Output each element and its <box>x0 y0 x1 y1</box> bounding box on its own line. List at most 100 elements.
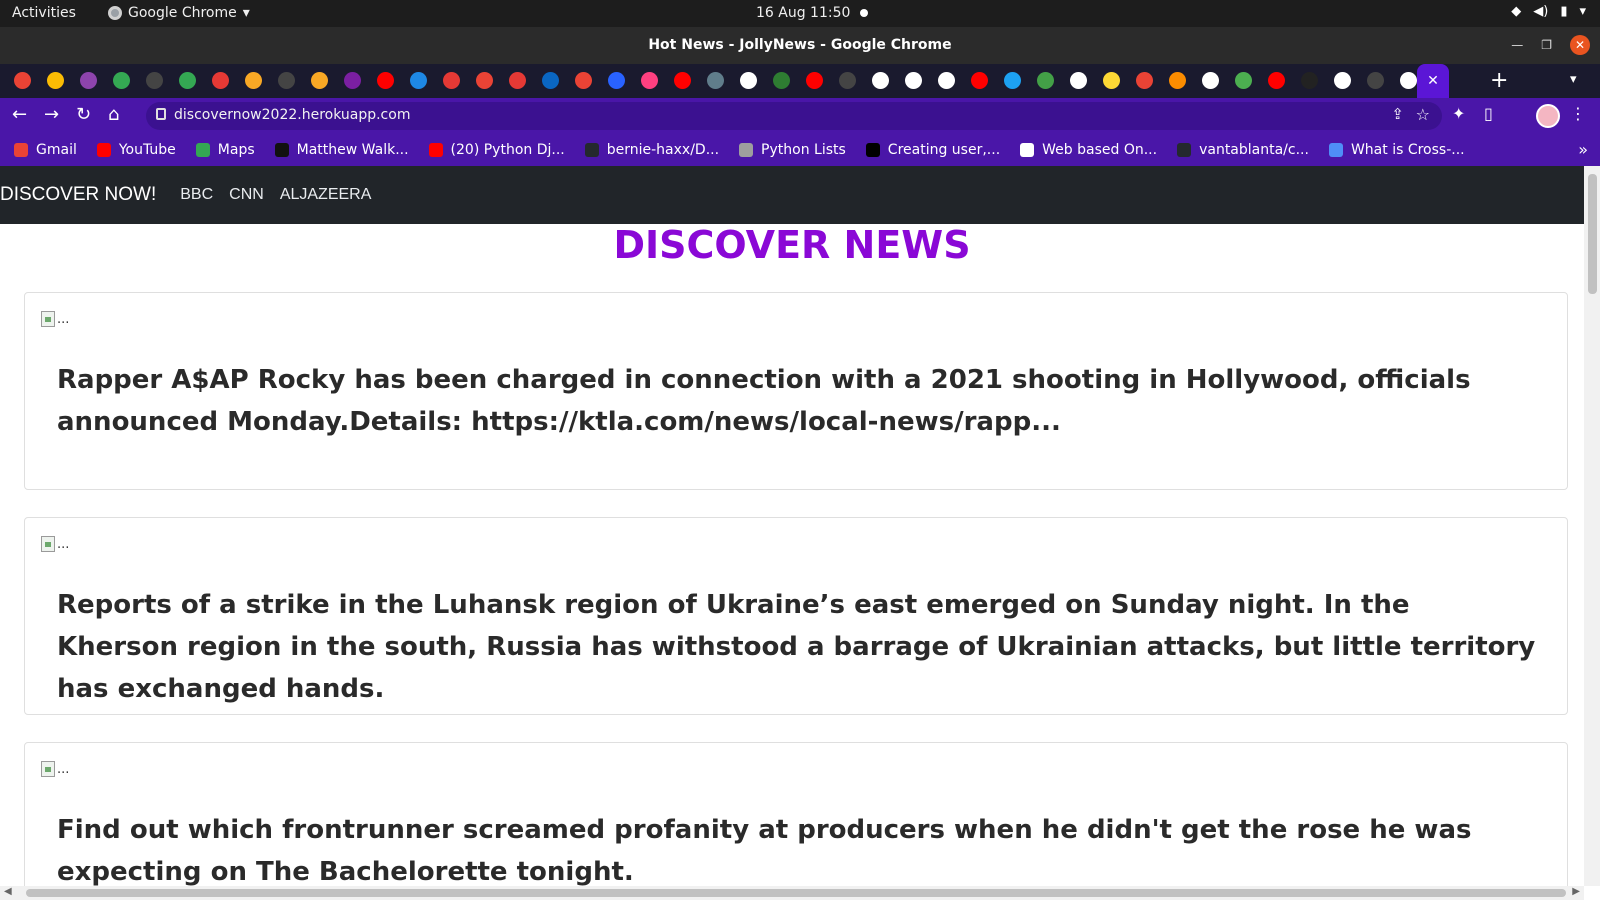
bookmark-web-based[interactable]: Web based On... <box>1020 142 1157 158</box>
tab-favicon-icon[interactable] <box>1037 72 1054 89</box>
bookmark-bernie-haxx[interactable]: bernie-haxx/D... <box>584 142 719 158</box>
tab-favicon-icon[interactable] <box>344 72 361 89</box>
nav-link-aljazeera[interactable]: ALJAZEERA <box>280 186 372 204</box>
url-text[interactable]: discovernow2022.herokuapp.com <box>174 107 410 123</box>
tab-strip: ✕ + ▾ <box>0 64 1600 98</box>
bookmark-vantablanta[interactable]: vantablanta/c... <box>1177 142 1309 158</box>
tab-favicon-icon[interactable] <box>113 72 130 89</box>
image-alt-text: ... <box>57 536 70 552</box>
app-menu[interactable]: Google Chrome ▾ <box>108 5 250 21</box>
nav-link-cnn[interactable]: CNN <box>229 186 264 204</box>
tab-favicon-icon[interactable] <box>1169 72 1186 89</box>
notification-dot-icon <box>860 9 869 17</box>
tab-favicon-icon[interactable] <box>641 72 658 89</box>
tab-favicon-icon[interactable] <box>377 72 394 89</box>
tab-favicon-icon[interactable] <box>1235 72 1252 89</box>
tab-favicon-icon[interactable] <box>1070 72 1087 89</box>
system-tray[interactable]: ◆ ◀) ▮ ▾ <box>1511 4 1586 19</box>
tab-favicon-icon[interactable] <box>1400 72 1417 89</box>
tab-favicon-icon[interactable] <box>311 72 328 89</box>
tab-favicon-icon[interactable] <box>410 72 427 89</box>
minimize-button[interactable]: — <box>1511 38 1523 52</box>
tab-favicon-icon[interactable] <box>905 72 922 89</box>
tab-favicon-icon[interactable] <box>1103 72 1120 89</box>
page-viewport: DISCOVER NOW! BBC CNN ALJAZEERA DISCOVER… <box>0 166 1584 900</box>
bookmark-matthew-walker[interactable]: Matthew Walk... <box>274 142 409 158</box>
more-bookmarks-chevron-icon[interactable]: » <box>1578 140 1588 159</box>
bookmark-python-lists[interactable]: Python Lists <box>739 142 846 158</box>
tab-favicon-icon[interactable] <box>773 72 790 89</box>
tab-favicon-icon[interactable] <box>938 72 955 89</box>
tab-favicon-icon[interactable] <box>1268 72 1285 89</box>
tab-favicon-icon[interactable] <box>575 72 592 89</box>
tab-search-chevron-icon[interactable]: ▾ <box>1570 72 1577 87</box>
back-button[interactable]: ← <box>12 104 27 125</box>
tab-favicon-icon[interactable] <box>1202 72 1219 89</box>
tab-favicon-icon[interactable] <box>542 72 559 89</box>
news-card[interactable]: ... Reports of a strike in the Luhansk r… <box>24 517 1568 715</box>
vertical-scroll-thumb[interactable] <box>1588 174 1597 294</box>
active-tab-close-button[interactable]: ✕ <box>1417 64 1449 98</box>
chrome-menu-icon[interactable]: ⋮ <box>1570 104 1586 123</box>
lock-icon[interactable] <box>156 108 166 120</box>
horizontal-scrollbar[interactable]: ◀ ▶ <box>0 886 1584 900</box>
activities-button[interactable]: Activities <box>12 5 76 21</box>
window-controls: — ❐ ✕ <box>1511 35 1590 55</box>
tab-favicon-icon[interactable] <box>245 72 262 89</box>
bookmark-label: Python Lists <box>761 142 846 158</box>
tab-favicon-icon[interactable] <box>1004 72 1021 89</box>
tab-favicon-icon[interactable] <box>476 72 493 89</box>
tab-favicon-icon[interactable] <box>674 72 691 89</box>
bookmark-creating-user[interactable]: Creating user,... <box>865 142 1000 158</box>
tab-favicon-icon[interactable] <box>47 72 64 89</box>
tab-favicon-icon[interactable] <box>1301 72 1318 89</box>
tab-favicon-icon[interactable] <box>1136 72 1153 89</box>
nav-link-bbc[interactable]: BBC <box>180 186 213 204</box>
horizontal-scroll-thumb[interactable] <box>26 889 1566 897</box>
tab-favicon-icon[interactable] <box>806 72 823 89</box>
close-window-button[interactable]: ✕ <box>1570 35 1590 55</box>
tab-favicon-icon[interactable] <box>872 72 889 89</box>
tab-favicon-icon[interactable] <box>179 72 196 89</box>
site-brand[interactable]: DISCOVER NOW! <box>0 184 156 206</box>
window-titlebar: Hot News - JollyNews - Google Chrome — ❐… <box>0 27 1600 64</box>
tab-favicon-icon[interactable] <box>707 72 724 89</box>
tab-favicon-icon[interactable] <box>1334 72 1351 89</box>
tab-favicon-icon[interactable] <box>14 72 31 89</box>
share-icon[interactable]: ⇪ <box>1391 105 1404 123</box>
tab-favicon-icon[interactable] <box>971 72 988 89</box>
clock[interactable]: 16 Aug 11:50 <box>756 5 869 21</box>
vertical-scrollbar[interactable] <box>1584 166 1600 886</box>
news-card[interactable]: ... Find out which frontrunner screamed … <box>24 742 1568 900</box>
home-button[interactable]: ⌂ <box>108 104 119 125</box>
tab-favicon-icon[interactable] <box>80 72 97 89</box>
new-tab-button[interactable]: + <box>1490 68 1508 93</box>
tab-favicon-icon[interactable] <box>443 72 460 89</box>
forward-button[interactable]: → <box>44 104 59 125</box>
tab-favicon-icon[interactable] <box>839 72 856 89</box>
tab-favicon-icon[interactable] <box>608 72 625 89</box>
broken-image-icon <box>41 536 55 552</box>
tab-favicon-icon[interactable] <box>740 72 757 89</box>
tab-favicon-icon[interactable] <box>212 72 229 89</box>
bookmark-star-icon[interactable]: ☆ <box>1416 105 1430 124</box>
bookmark-python-dj[interactable]: (20) Python Dj... <box>428 142 565 158</box>
bookmark-maps[interactable]: Maps <box>195 142 255 158</box>
news-card[interactable]: ... Rapper A$AP Rocky has been charged i… <box>24 292 1568 490</box>
address-bar[interactable]: discovernow2022.herokuapp.com ⇪ ☆ <box>146 102 1442 130</box>
medium-icon <box>865 143 880 157</box>
tab-favicon-icon[interactable] <box>146 72 163 89</box>
extensions-puzzle-icon[interactable]: ✦ <box>1452 104 1465 123</box>
reload-button[interactable]: ↻ <box>76 104 91 125</box>
side-panel-icon[interactable]: ▯ <box>1484 104 1493 123</box>
tab-favicon-icon[interactable] <box>1367 72 1384 89</box>
bookmark-youtube[interactable]: YouTube <box>96 142 176 158</box>
maximize-button[interactable]: ❐ <box>1541 38 1552 52</box>
profile-avatar[interactable] <box>1536 104 1560 128</box>
bookmark-gmail[interactable]: Gmail <box>14 142 77 158</box>
tab-favicon-icon[interactable] <box>278 72 295 89</box>
bookmark-what-is-cross[interactable]: What is Cross-... <box>1328 142 1465 158</box>
scroll-right-arrow-icon[interactable]: ▶ <box>1572 886 1580 897</box>
scroll-left-arrow-icon[interactable]: ◀ <box>4 886 12 897</box>
tab-favicon-icon[interactable] <box>509 72 526 89</box>
